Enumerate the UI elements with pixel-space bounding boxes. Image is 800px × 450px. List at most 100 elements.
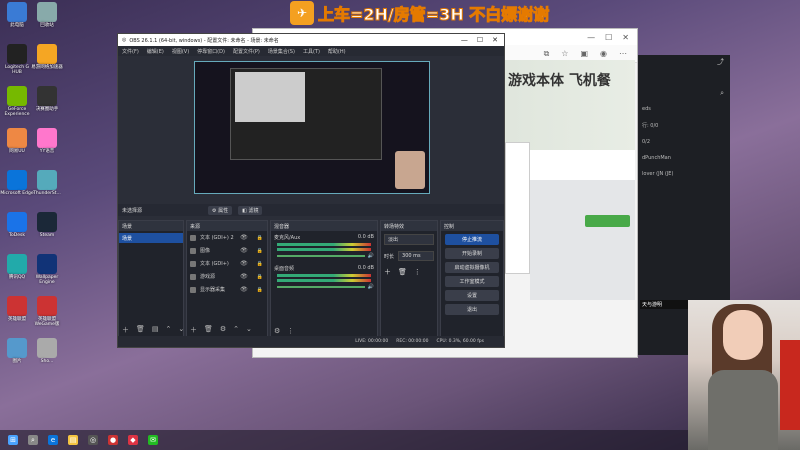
collections-icon[interactable]: ▣ bbox=[580, 49, 588, 58]
search-icon[interactable]: ⌕ bbox=[28, 435, 38, 445]
desktop-icon[interactable]: 决赛圈助手 bbox=[30, 86, 64, 112]
scene-item[interactable]: 场景 bbox=[119, 233, 183, 243]
favorites-icon[interactable]: ☆ bbox=[561, 49, 568, 58]
menu-item[interactable]: 视图(V) bbox=[172, 48, 189, 55]
add-icon[interactable]: ＋ bbox=[384, 267, 391, 277]
minimize-icon[interactable]: — bbox=[587, 33, 595, 42]
audio-meter bbox=[277, 274, 371, 277]
down-icon[interactable]: ⌄ bbox=[178, 325, 184, 335]
speaker-icon[interactable]: 🔊 bbox=[368, 253, 374, 259]
desktop-icon[interactable]: 回收站 bbox=[30, 2, 64, 28]
studio-mode-button[interactable]: 工作室模式 bbox=[445, 276, 499, 287]
obs-maximize-icon[interactable]: ☐ bbox=[477, 36, 483, 44]
up-icon[interactable]: ⌃ bbox=[233, 325, 239, 335]
desktop-icon[interactable]: Logitech G HUB bbox=[0, 44, 34, 75]
lock-icon[interactable]: 🔒 bbox=[257, 287, 263, 293]
desktop-icon-label: 英雄联盟 bbox=[8, 317, 26, 322]
properties-button[interactable]: ⚙ 属性 bbox=[208, 205, 233, 215]
desktop-icon[interactable]: ToDesk bbox=[0, 212, 34, 238]
volume-slider[interactable] bbox=[277, 255, 365, 257]
desktop-icon[interactable]: 网易UU bbox=[0, 128, 34, 154]
menu-item[interactable]: 文件(F) bbox=[122, 48, 139, 55]
maximize-icon[interactable]: ☐ bbox=[605, 33, 612, 42]
obs-close-icon[interactable]: ✕ bbox=[492, 36, 498, 44]
desktop-icon[interactable]: 英雄联盟 bbox=[0, 296, 34, 322]
more-icon[interactable]: ⋯ bbox=[619, 49, 627, 58]
eye-icon[interactable]: 👁 bbox=[240, 273, 248, 280]
sources-dock: 来源 文本 (GDI+) 2 👁 🔒 图像 👁 🔒 文本 (GDI+) 👁 🔒 游戏源 👁 🔒 显示器采… bbox=[186, 220, 268, 338]
stop-streaming-button[interactable]: 停止推流 bbox=[445, 234, 499, 245]
obs-window[interactable]: ◎ OBS 26.1.1 (64-bit, windows) - 配置文件: 未… bbox=[117, 33, 505, 348]
record-icon[interactable]: ● bbox=[108, 435, 118, 445]
menu-item[interactable]: 帮助(H) bbox=[328, 48, 346, 55]
filters-button[interactable]: ◧ 滤镜 bbox=[238, 205, 263, 215]
lock-icon[interactable]: 🔒 bbox=[257, 274, 263, 280]
app-icon[interactable]: ◆ bbox=[128, 435, 138, 445]
menu-item[interactable]: 工具(T) bbox=[303, 48, 320, 55]
eye-icon[interactable]: 👁 bbox=[240, 260, 248, 267]
source-item[interactable]: 文本 (GDI+) 👁 🔒 bbox=[187, 257, 267, 270]
more-icon[interactable]: ⋮ bbox=[414, 268, 421, 276]
duration-input[interactable]: 300 ms bbox=[398, 251, 434, 261]
share-icon[interactable]: ⤴ bbox=[638, 55, 730, 69]
lock-icon[interactable]: 🔒 bbox=[257, 261, 263, 267]
menu-item[interactable]: 编辑(E) bbox=[147, 48, 164, 55]
desktop-icon[interactable]: 此电脑 bbox=[0, 2, 34, 28]
start-recording-button[interactable]: 开始录制 bbox=[445, 248, 499, 259]
obs-preview[interactable] bbox=[194, 61, 430, 194]
gear-icon[interactable]: ⚙ bbox=[220, 325, 226, 335]
trash-icon[interactable]: 🗑 bbox=[136, 325, 145, 335]
close-icon[interactable]: ✕ bbox=[622, 33, 629, 42]
profile-icon[interactable]: ◉ bbox=[600, 49, 607, 58]
obs-minimize-icon[interactable]: — bbox=[461, 36, 468, 44]
menu-item[interactable]: 场景集合(S) bbox=[268, 48, 295, 55]
explorer-icon[interactable]: ▤ bbox=[68, 435, 78, 445]
gear-icon[interactable]: ⚙ bbox=[274, 327, 280, 335]
eye-icon[interactable]: 👁 bbox=[240, 234, 248, 241]
source-item[interactable]: 游戏源 👁 🔒 bbox=[187, 270, 267, 283]
desktop-icon[interactable]: 英雄联盟WeGame版 bbox=[30, 296, 64, 327]
extensions-icon[interactable]: ⧉ bbox=[544, 49, 550, 59]
lock-icon[interactable]: 🔒 bbox=[257, 248, 263, 254]
side-search-icon[interactable]: ⌕ bbox=[638, 89, 730, 98]
desktop-icon[interactable]: YY语音 bbox=[30, 128, 64, 154]
desktop-icon[interactable]: 腾讯QQ bbox=[0, 254, 34, 280]
transition-select[interactable]: 淡出 bbox=[384, 234, 434, 245]
desktop-icon[interactable]: Microsoft Edge bbox=[0, 170, 34, 196]
desktop-icon[interactable]: Steam bbox=[30, 212, 64, 238]
speaker-icon[interactable]: 🔊 bbox=[368, 284, 374, 290]
edge-icon[interactable]: e bbox=[48, 435, 58, 445]
filter-icon[interactable]: ▤ bbox=[152, 325, 159, 335]
volume-slider[interactable] bbox=[277, 286, 365, 288]
source-item[interactable]: 图像 👁 🔒 bbox=[187, 244, 267, 257]
source-item[interactable]: 文本 (GDI+) 2 👁 🔒 bbox=[187, 231, 267, 244]
webcam-overlay bbox=[688, 300, 800, 450]
source-item[interactable]: 显示器采集 👁 🔒 bbox=[187, 283, 267, 296]
wechat-icon[interactable]: ✉ bbox=[148, 435, 158, 445]
more-icon[interactable]: ⋮ bbox=[287, 327, 294, 335]
add-icon[interactable]: ＋ bbox=[122, 325, 129, 335]
up-icon[interactable]: ⌃ bbox=[166, 325, 172, 335]
virtual-camera-button[interactable]: 启动虚拟摄像机 bbox=[445, 262, 499, 273]
obs-icon[interactable]: ◎ bbox=[88, 435, 98, 445]
trash-icon[interactable]: 🗑 bbox=[204, 325, 213, 335]
desktop-icon[interactable]: GeForce Experience bbox=[0, 86, 34, 117]
exit-button[interactable]: 退出 bbox=[445, 304, 499, 315]
settings-button[interactable]: 设置 bbox=[445, 290, 499, 301]
green-button[interactable] bbox=[585, 215, 630, 227]
eye-icon[interactable]: 👁 bbox=[240, 286, 248, 293]
desktop-icon[interactable]: ThunderSt... bbox=[30, 170, 64, 196]
down-icon[interactable]: ⌄ bbox=[246, 325, 252, 335]
add-icon[interactable]: ＋ bbox=[190, 325, 197, 335]
app-icon bbox=[37, 296, 57, 316]
desktop-icon[interactable]: 图片 bbox=[0, 338, 34, 364]
eye-icon[interactable]: 👁 bbox=[240, 247, 248, 254]
trash-icon[interactable]: 🗑 bbox=[398, 268, 407, 276]
menu-item[interactable]: 配置文件(P) bbox=[233, 48, 260, 55]
desktop-icon[interactable]: Wallpaper Engine bbox=[30, 254, 64, 285]
desktop-icon[interactable]: 易游网络加速器 bbox=[30, 44, 64, 70]
windows-icon[interactable]: ⊞ bbox=[8, 435, 18, 445]
desktop-icon[interactable]: Sho... bbox=[30, 338, 64, 364]
menu-item[interactable]: 停靠窗口(D) bbox=[197, 48, 225, 55]
lock-icon[interactable]: 🔒 bbox=[257, 235, 263, 241]
